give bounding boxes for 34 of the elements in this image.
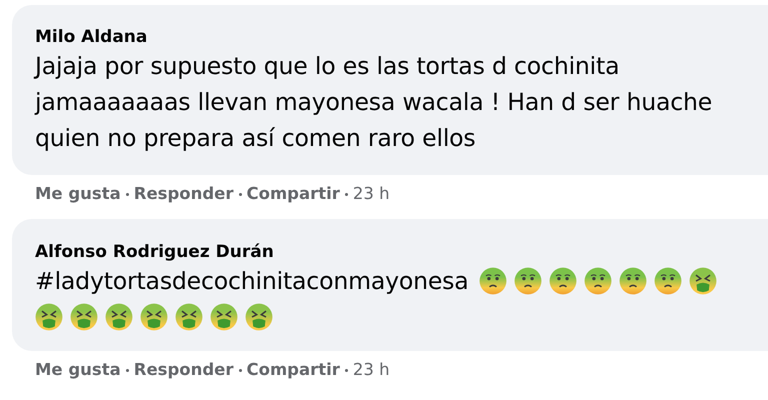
nauseated-face-icon [478, 267, 507, 295]
vomiting-face-icon [688, 267, 717, 295]
comment-text: jamaaaaaaas llevan mayonesa wacala ! Han d ser huache [35, 87, 712, 118]
comment-author[interactable]: Alfonso Rodriguez Durán [35, 241, 274, 263]
separator-dot [126, 368, 129, 372]
vomiting-face-icon [105, 303, 133, 331]
vomiting-face-icon [245, 303, 273, 331]
comment-action-link[interactable]: Me gusta [35, 360, 121, 380]
comment-text: #ladytortasdecochinitaconmayonesa [35, 266, 469, 297]
comment-action-link[interactable]: Compartir [246, 184, 340, 204]
separator-dot [344, 368, 348, 372]
comment-text: quien no prepara así comen raro ellos [35, 123, 476, 154]
nauseated-face-icon [584, 267, 612, 295]
nauseated-face-icon [514, 267, 542, 295]
vomiting-face-icon [35, 303, 63, 331]
nauseated-face-icon [654, 267, 682, 295]
vomiting-face-icon [175, 303, 203, 331]
nauseated-face-icon [548, 267, 577, 295]
comment-text: Jajaja por supuesto que lo es las tortas d cochinita [35, 51, 620, 82]
separator-dot [126, 192, 129, 196]
comment-action-link[interactable]: Me gusta [35, 184, 121, 204]
comment-action-link[interactable]: Compartir [246, 360, 340, 380]
separator-dot [238, 368, 242, 372]
comment-action-link[interactable]: Responder [134, 360, 234, 380]
separator-dot [344, 192, 348, 196]
comment-action-link[interactable]: Responder [134, 184, 234, 204]
vomiting-face-icon [70, 303, 98, 331]
vomiting-face-icon [210, 303, 238, 331]
separator-dot [238, 192, 242, 196]
comment-time: 23 h [352, 360, 390, 380]
nauseated-face-icon [618, 267, 647, 295]
vomiting-face-icon [140, 303, 168, 331]
comment-time: 23 h [352, 184, 390, 204]
comment-author[interactable]: Milo Aldana [35, 26, 148, 48]
